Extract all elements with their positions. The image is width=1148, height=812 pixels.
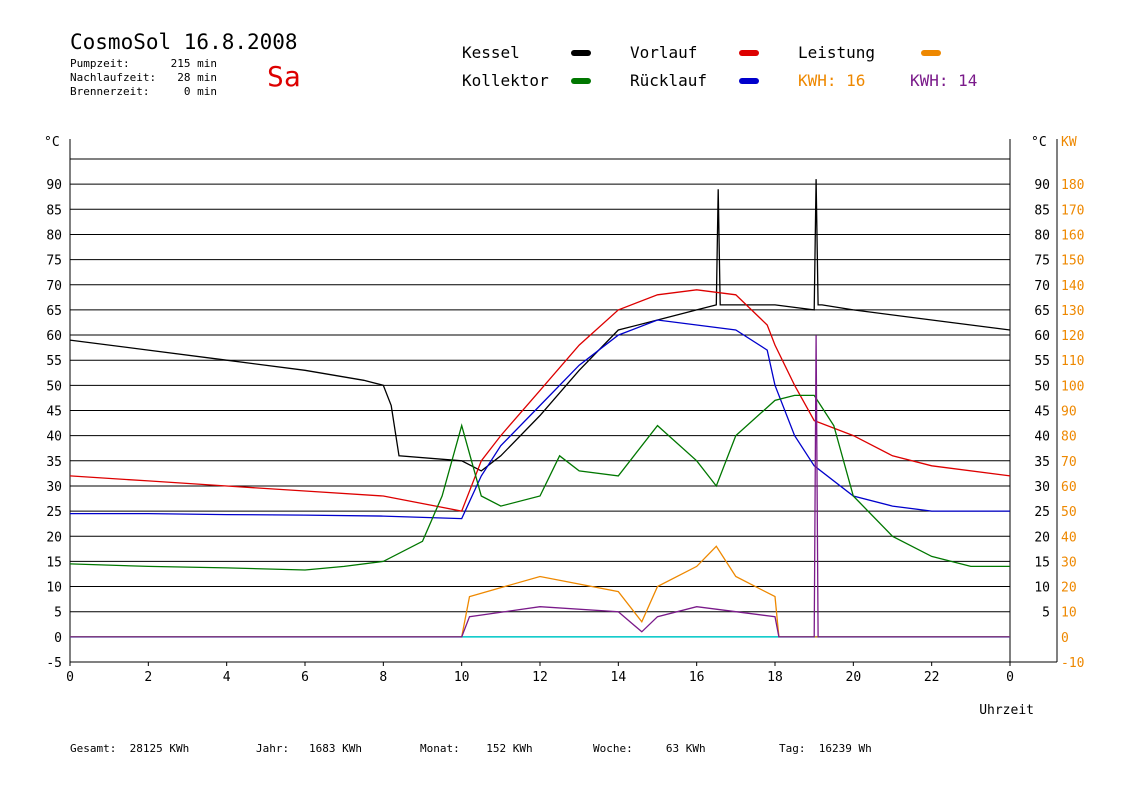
y-tick-label-left: 45 (46, 405, 62, 420)
y-tick-label-right: 90 (1034, 178, 1050, 193)
footer-value: 28125 KWh (129, 742, 190, 755)
kw-tick-label: 140 (1061, 279, 1084, 294)
y-tick-label-left: 80 (46, 228, 62, 243)
y-tick-label-right: 75 (1034, 254, 1050, 269)
series-ruecklauf-line (70, 319, 1010, 520)
y-tick-label-left: 60 (46, 329, 62, 344)
series-kollektor-line (69, 394, 1010, 571)
series-leistung-line (70, 545, 1010, 638)
kw-tick-label: 30 (1061, 555, 1077, 570)
kw-tick-label: 0 (1061, 631, 1069, 646)
y-tick-label-right: 85 (1034, 203, 1050, 218)
x-tick-label: 10 (454, 670, 470, 685)
y-tick-label-left: 10 (46, 581, 62, 596)
y-tick-label-left: 30 (46, 480, 62, 495)
y-tick-label-right: 70 (1034, 279, 1050, 294)
kw-tick-label: 10 (1061, 606, 1077, 621)
kw-tick-label: 160 (1061, 228, 1084, 243)
x-tick-label: 18 (767, 670, 783, 685)
footer-label: Tag: (779, 742, 806, 755)
x-tick-label: 16 (689, 670, 705, 685)
y-tick-label-left: 50 (46, 379, 62, 394)
x-tick-label: 12 (532, 670, 548, 685)
y-tick-label-right: 25 (1034, 505, 1050, 520)
footer-value: 1683 KWh (309, 742, 362, 755)
x-tick-label: 20 (846, 670, 862, 685)
y-axis-unit-kw: KW (1061, 135, 1077, 150)
y-tick-label-left: 55 (46, 354, 62, 369)
kw-tick-label: 70 (1061, 455, 1077, 470)
y-tick-label-left: 70 (46, 279, 62, 294)
kw-tick-label: 50 (1061, 505, 1077, 520)
y-tick-label-right: 60 (1034, 329, 1050, 344)
y-tick-label-left: -5 (46, 656, 62, 671)
x-tick-label: 8 (379, 670, 387, 685)
kw-tick-label: 90 (1061, 405, 1077, 420)
footer-tag: Tag: 16239 Wh (779, 742, 872, 755)
y-tick-label-left: 75 (46, 254, 62, 269)
footer-value: 16239 Wh (818, 742, 872, 755)
footer-label: Woche: (593, 742, 633, 755)
y-axis-unit-right: °C (1031, 135, 1047, 150)
x-tick-label: 22 (924, 670, 940, 685)
footer-value: 152 KWh (486, 742, 533, 755)
y-tick-label-right: 40 (1034, 430, 1050, 445)
kw-tick-label: 100 (1061, 379, 1084, 394)
kw-tick-label: 80 (1061, 430, 1077, 445)
y-tick-label-left: 90 (46, 178, 62, 193)
series-vorlauf-line (69, 289, 1011, 512)
kw-tick-label: 120 (1061, 329, 1084, 344)
series-kessel-line (69, 179, 1011, 472)
footer-label: Monat: (420, 742, 460, 755)
y-tick-label-right: 10 (1034, 581, 1050, 596)
y-tick-label-right: 50 (1034, 379, 1050, 394)
y-tick-label-left: 85 (46, 203, 62, 218)
y-tick-label-right: 80 (1034, 228, 1050, 243)
y-tick-label-left: 25 (46, 505, 62, 520)
x-tick-label: 0 (1006, 670, 1014, 685)
y-tick-label-right: 65 (1034, 304, 1050, 319)
y-tick-label-right: 20 (1034, 530, 1050, 545)
y-tick-label-right: 35 (1034, 455, 1050, 470)
x-tick-label: 6 (301, 670, 309, 685)
x-tick-label: 0 (66, 670, 74, 685)
footer-label: Gesamt: (70, 742, 117, 755)
kw-tick-label: 130 (1061, 304, 1084, 319)
y-tick-label-right: 55 (1034, 354, 1050, 369)
x-tick-label: 14 (611, 670, 627, 685)
kw-tick-label: 20 (1061, 581, 1077, 596)
y-tick-label-left: 35 (46, 455, 62, 470)
kw-tick-label: 110 (1061, 354, 1084, 369)
kw-tick-label: -10 (1061, 656, 1084, 671)
y-axis-unit-left: °C (44, 135, 60, 150)
y-tick-label-left: 5 (54, 606, 62, 621)
footer-woche: Woche: 63 KWh (593, 742, 706, 755)
y-tick-label-left: 0 (54, 631, 62, 646)
footer-value: 63 KWh (665, 742, 706, 755)
y-tick-label-left: 20 (46, 530, 62, 545)
footer-jahr: Jahr: 1683 KWh (256, 742, 362, 755)
temperature-chart: -505101520253035404550556065707580859051… (44, 135, 1084, 718)
y-tick-label-right: 15 (1034, 555, 1050, 570)
y-tick-label-left: 65 (46, 304, 62, 319)
x-tick-label: 2 (144, 670, 152, 685)
footer-monat: Monat: 152 KWh (420, 742, 533, 755)
y-tick-label-right: 5 (1042, 606, 1050, 621)
footer-gesamt: Gesamt: 28125 KWh (70, 742, 189, 755)
y-tick-label-right: 45 (1034, 405, 1050, 420)
y-tick-label-right: 30 (1034, 480, 1050, 495)
kw-tick-label: 40 (1061, 530, 1077, 545)
kw-tick-label: 170 (1061, 203, 1084, 218)
y-tick-label-left: 40 (46, 430, 62, 445)
kw-tick-label: 180 (1061, 178, 1084, 193)
x-tick-label: 4 (223, 670, 231, 685)
x-axis-label: Uhrzeit (979, 703, 1034, 718)
footer-label: Jahr: (256, 742, 290, 755)
kw-tick-label: 60 (1061, 480, 1077, 495)
y-tick-label-left: 15 (46, 555, 62, 570)
kw-tick-label: 150 (1061, 254, 1084, 269)
